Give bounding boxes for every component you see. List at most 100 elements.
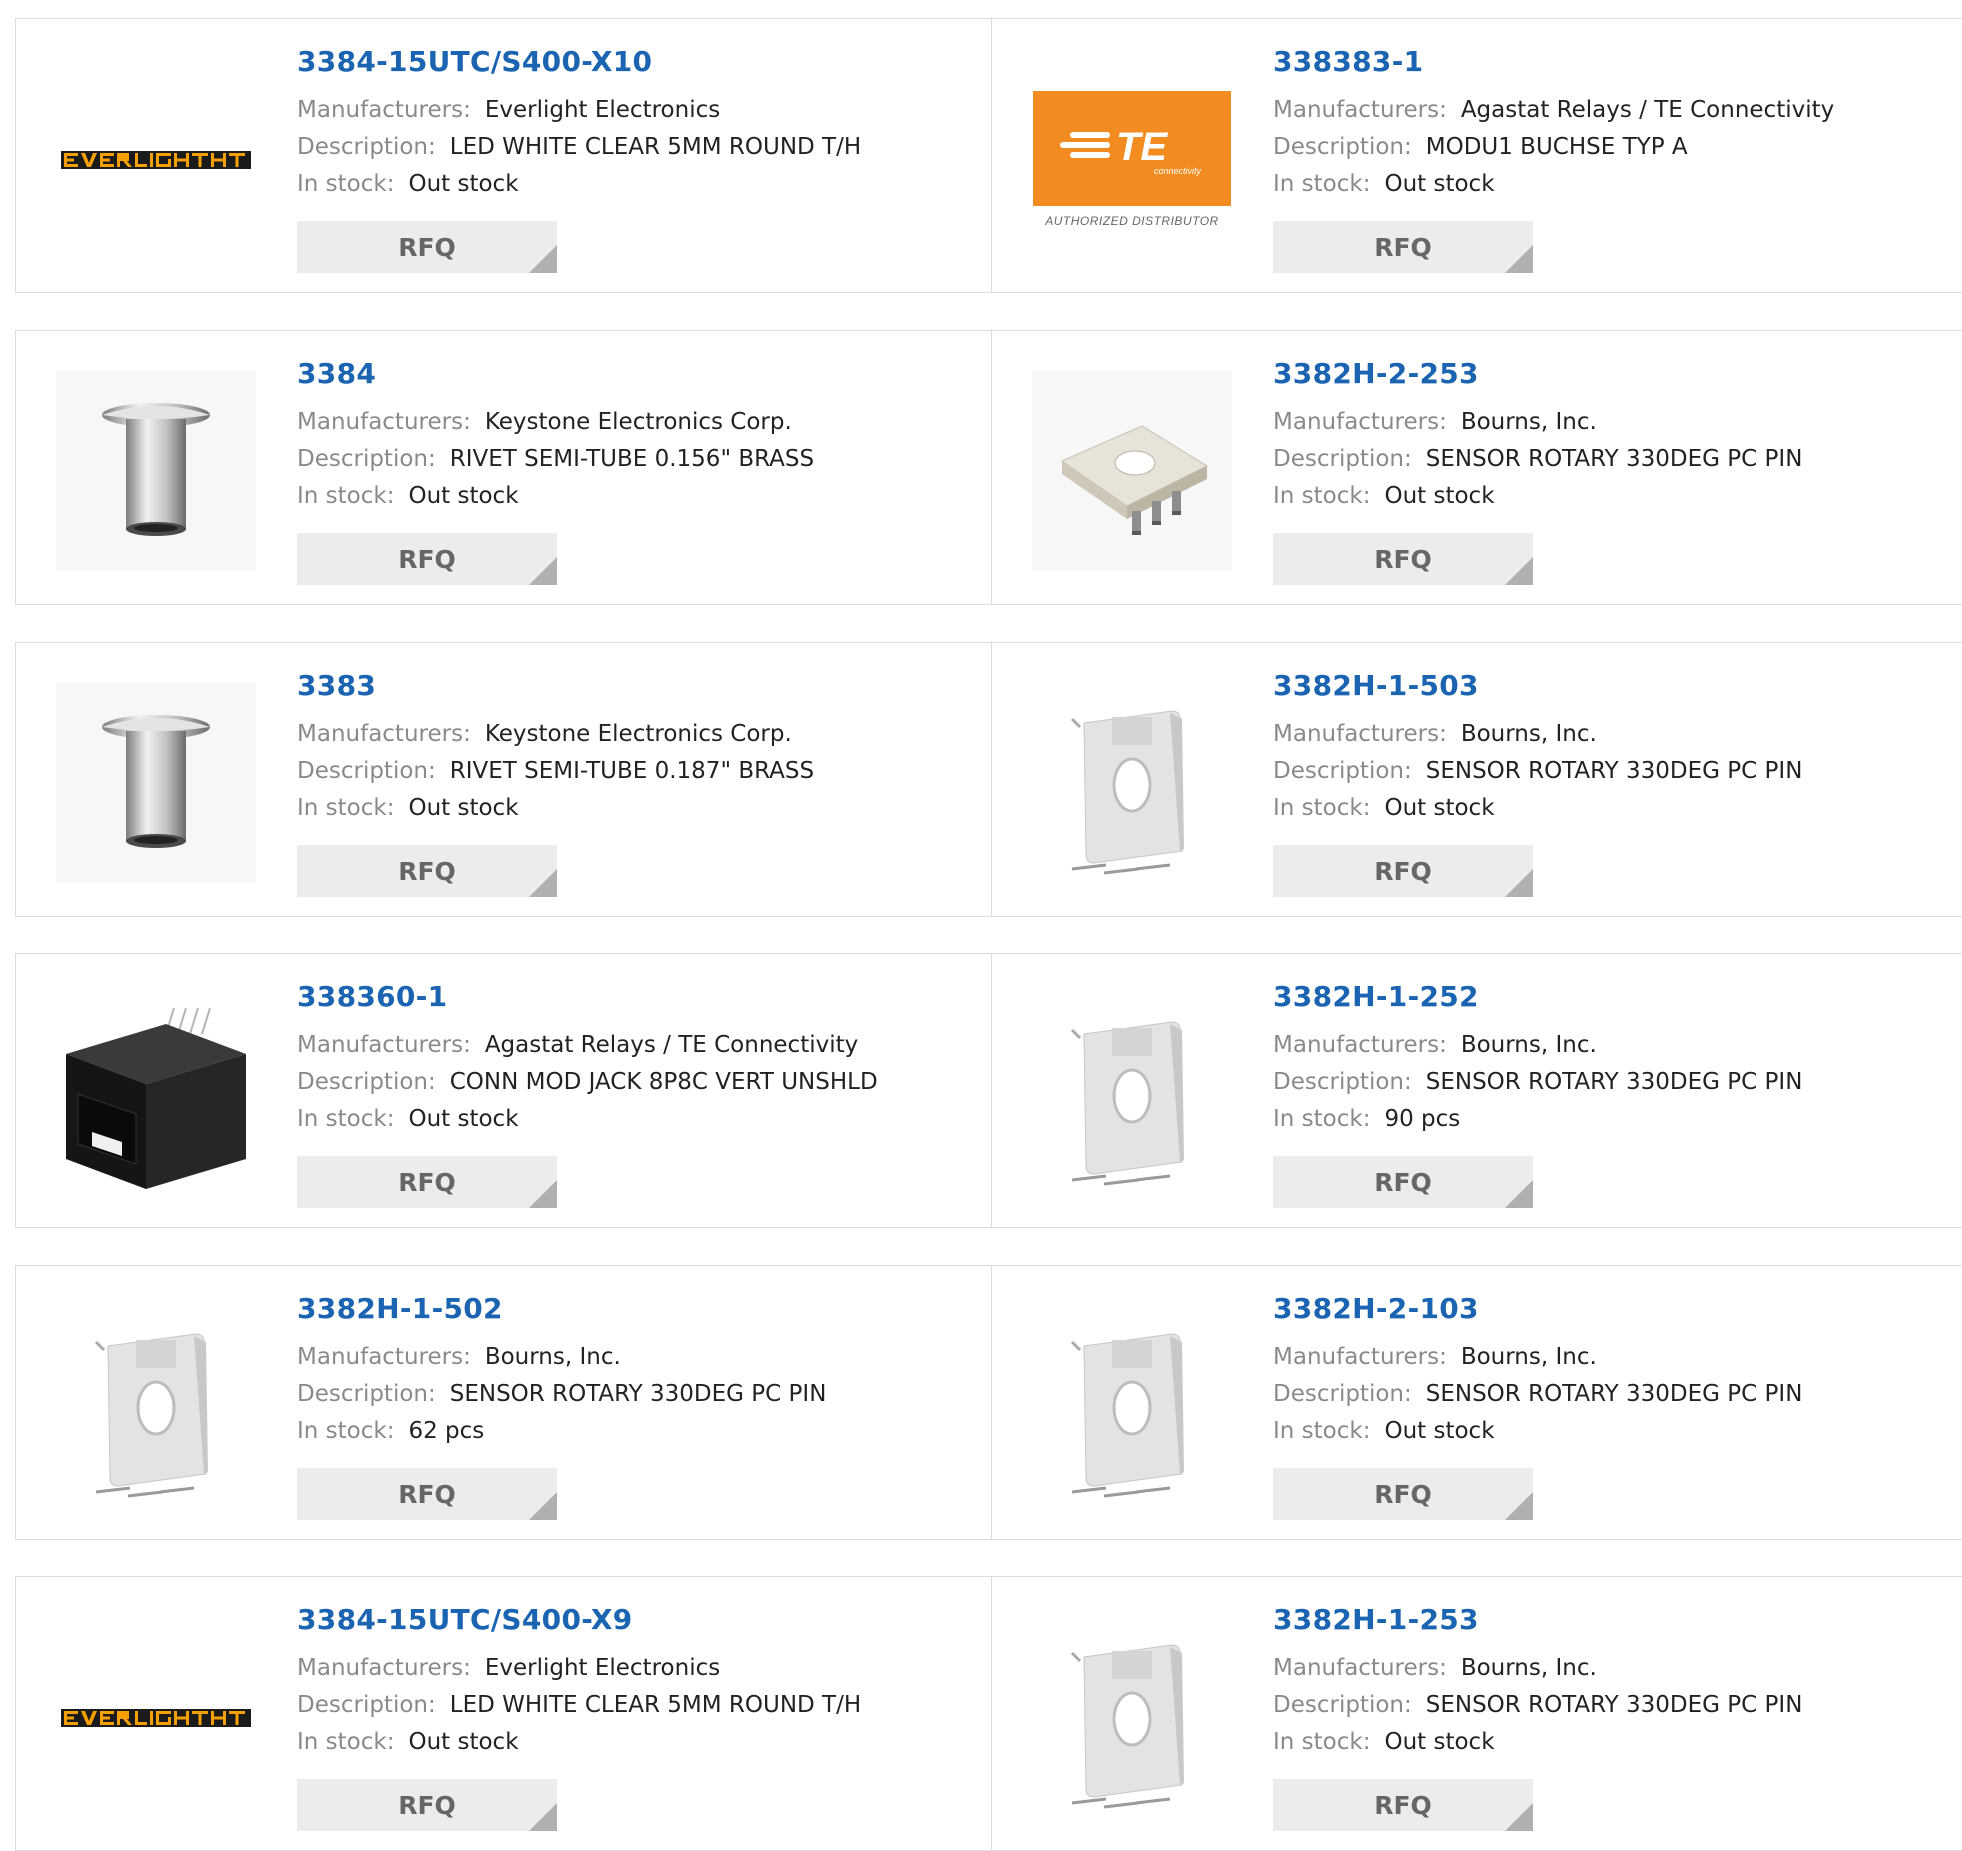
description-value: RIVET SEMI-TUBE 0.156" BRASS: [449, 446, 815, 472]
product-image[interactable]: TE connectivity AUTHORIZED DISTRIBUTOR: [1032, 59, 1232, 259]
product-info: 3383 Manufacturers: Keystone Electronics …: [297, 669, 814, 827]
product-card: 3382H-1-252 Manufacturers: Bourns, Inc. D…: [992, 953, 1962, 1228]
rfq-button[interactable]: RFQ: [297, 1156, 557, 1208]
manufacturer-label: Manufacturers:: [1273, 1655, 1447, 1681]
everlight-logo-icon: [61, 1709, 251, 1727]
manufacturer-value: Agastat Relays / TE Connectivity: [484, 1032, 859, 1058]
product-image[interactable]: [56, 683, 256, 883]
part-number-link[interactable]: 3382H-1-502: [297, 1292, 826, 1325]
product-image[interactable]: [56, 371, 256, 571]
product-image[interactable]: [1032, 683, 1232, 883]
product-info: 3384-15UTC/S400-X9 Manufacturers: Everlig…: [297, 1603, 861, 1761]
manufacturer-label: Manufacturers:: [1273, 1344, 1447, 1370]
product-image[interactable]: [1032, 994, 1232, 1194]
description-line: Description: SENSOR ROTARY 330DEG PC PIN: [1273, 1064, 1802, 1101]
product-card: 3382H-1-503 Manufacturers: Bourns, Inc. D…: [992, 642, 1962, 917]
product-card: 3382H-1-253 Manufacturers: Bourns, Inc. D…: [992, 1576, 1962, 1851]
te-logo: TE connectivity AUTHORIZED DISTRIBUTOR: [1033, 90, 1231, 228]
product-card: 3383 Manufacturers: Keystone Electronics …: [15, 642, 992, 917]
rfq-button[interactable]: RFQ: [1273, 533, 1533, 585]
product-info: 338360-1 Manufacturers: Agastat Relays / …: [297, 980, 878, 1138]
part-number-link[interactable]: 3384: [297, 357, 814, 390]
stock-label: In stock:: [1273, 483, 1371, 509]
stock-value: Out stock: [1384, 171, 1495, 197]
product-card: 3384-15UTC/S400-X10 Manufacturers: Everli…: [15, 18, 992, 293]
rfq-button[interactable]: RFQ: [1273, 1468, 1533, 1520]
part-number-link[interactable]: 3384-15UTC/S400-X10: [297, 45, 861, 78]
manufacturer-line: Manufacturers: Keystone Electronics Corp.: [297, 404, 814, 441]
rfq-button[interactable]: RFQ: [297, 221, 557, 273]
stock-value: Out stock: [1384, 1729, 1495, 1755]
part-number-link[interactable]: 3383: [297, 669, 814, 702]
manufacturer-label: Manufacturers:: [1273, 1032, 1447, 1058]
manufacturer-line: Manufacturers: Bourns, Inc.: [1273, 716, 1802, 753]
part-number-link[interactable]: 338360-1: [297, 980, 878, 1013]
rfq-button[interactable]: RFQ: [297, 1468, 557, 1520]
description-label: Description:: [1273, 758, 1412, 784]
stock-value: Out stock: [1384, 795, 1495, 821]
part-number-link[interactable]: 3384-15UTC/S400-X9: [297, 1603, 861, 1636]
product-image[interactable]: [56, 1306, 256, 1506]
stock-line: In stock: Out stock: [1273, 790, 1802, 827]
rfq-button[interactable]: RFQ: [297, 845, 557, 897]
stock-label: In stock:: [1273, 171, 1371, 197]
part-number-link[interactable]: 3382H-1-252: [1273, 980, 1802, 1013]
part-number-link[interactable]: 3382H-1-253: [1273, 1603, 1802, 1636]
product-row: 3384-15UTC/S400-X9 Manufacturers: Everlig…: [15, 1576, 1962, 1851]
rivet-icon: [56, 371, 256, 571]
manufacturer-value: Agastat Relays / TE Connectivity: [1460, 97, 1835, 123]
manufacturer-label: Manufacturers:: [297, 97, 471, 123]
stock-line: In stock: Out stock: [1273, 1724, 1802, 1761]
manufacturer-line: Manufacturers: Agastat Relays / TE Connec…: [1273, 92, 1834, 129]
manufacturer-label: Manufacturers:: [297, 1655, 471, 1681]
description-line: Description: LED WHITE CLEAR 5MM ROUND T/…: [297, 1687, 861, 1724]
product-image[interactable]: [56, 59, 256, 259]
stock-label: In stock:: [297, 171, 395, 197]
product-card: TE connectivity AUTHORIZED DISTRIBUTOR 3…: [992, 18, 1962, 293]
product-card: 3382H-2-103 Manufacturers: Bourns, Inc. D…: [992, 1265, 1962, 1540]
product-image[interactable]: [1032, 371, 1232, 571]
description-value: RIVET SEMI-TUBE 0.187" BRASS: [449, 758, 815, 784]
description-label: Description:: [297, 446, 436, 472]
rfq-button[interactable]: RFQ: [1273, 845, 1533, 897]
description-line: Description: RIVET SEMI-TUBE 0.156" BRASS: [297, 441, 814, 478]
manufacturer-line: Manufacturers: Bourns, Inc.: [1273, 1027, 1802, 1064]
description-label: Description:: [1273, 1381, 1412, 1407]
product-row: 3384-15UTC/S400-X10 Manufacturers: Everli…: [15, 18, 1962, 293]
product-image[interactable]: [56, 1617, 256, 1817]
description-label: Description:: [1273, 1692, 1412, 1718]
product-info: 3382H-1-253 Manufacturers: Bourns, Inc. D…: [1273, 1603, 1802, 1761]
rfq-button[interactable]: RFQ: [1273, 221, 1533, 273]
rfq-button[interactable]: RFQ: [1273, 1156, 1533, 1208]
description-line: Description: SENSOR ROTARY 330DEG PC PIN: [297, 1376, 826, 1413]
part-number-link[interactable]: 338383-1: [1273, 45, 1834, 78]
rotary-sensor-icon: [1032, 1306, 1232, 1506]
description-label: Description:: [297, 134, 436, 160]
rotary-sensor-icon: [1032, 1617, 1232, 1817]
description-label: Description:: [1273, 134, 1412, 160]
manufacturer-label: Manufacturers:: [1273, 97, 1447, 123]
product-card: 3382H-1-502 Manufacturers: Bourns, Inc. D…: [15, 1265, 992, 1540]
description-label: Description:: [297, 758, 436, 784]
part-number-link[interactable]: 3382H-2-253: [1273, 357, 1802, 390]
part-number-link[interactable]: 3382H-1-503: [1273, 669, 1802, 702]
product-image[interactable]: [56, 994, 256, 1194]
product-info: 3382H-1-252 Manufacturers: Bourns, Inc. D…: [1273, 980, 1802, 1138]
manufacturer-label: Manufacturers:: [1273, 409, 1447, 435]
rfq-button[interactable]: RFQ: [297, 533, 557, 585]
rfq-button[interactable]: RFQ: [297, 1779, 557, 1831]
rfq-button[interactable]: RFQ: [1273, 1779, 1533, 1831]
description-line: Description: RIVET SEMI-TUBE 0.187" BRASS: [297, 753, 814, 790]
product-row: 3382H-1-502 Manufacturers: Bourns, Inc. D…: [15, 1265, 1962, 1540]
manufacturer-value: Everlight Electronics: [484, 97, 721, 123]
description-line: Description: SENSOR ROTARY 330DEG PC PIN: [1273, 1687, 1802, 1724]
stock-value: Out stock: [1384, 1418, 1495, 1444]
manufacturer-value: Bourns, Inc.: [484, 1344, 621, 1370]
stock-label: In stock:: [297, 795, 395, 821]
stock-line: In stock: Out stock: [1273, 478, 1802, 515]
part-number-link[interactable]: 3382H-2-103: [1273, 1292, 1802, 1325]
stock-line: In stock: Out stock: [297, 790, 814, 827]
product-image[interactable]: [1032, 1617, 1232, 1817]
product-image[interactable]: [1032, 1306, 1232, 1506]
stock-value: Out stock: [408, 483, 519, 509]
